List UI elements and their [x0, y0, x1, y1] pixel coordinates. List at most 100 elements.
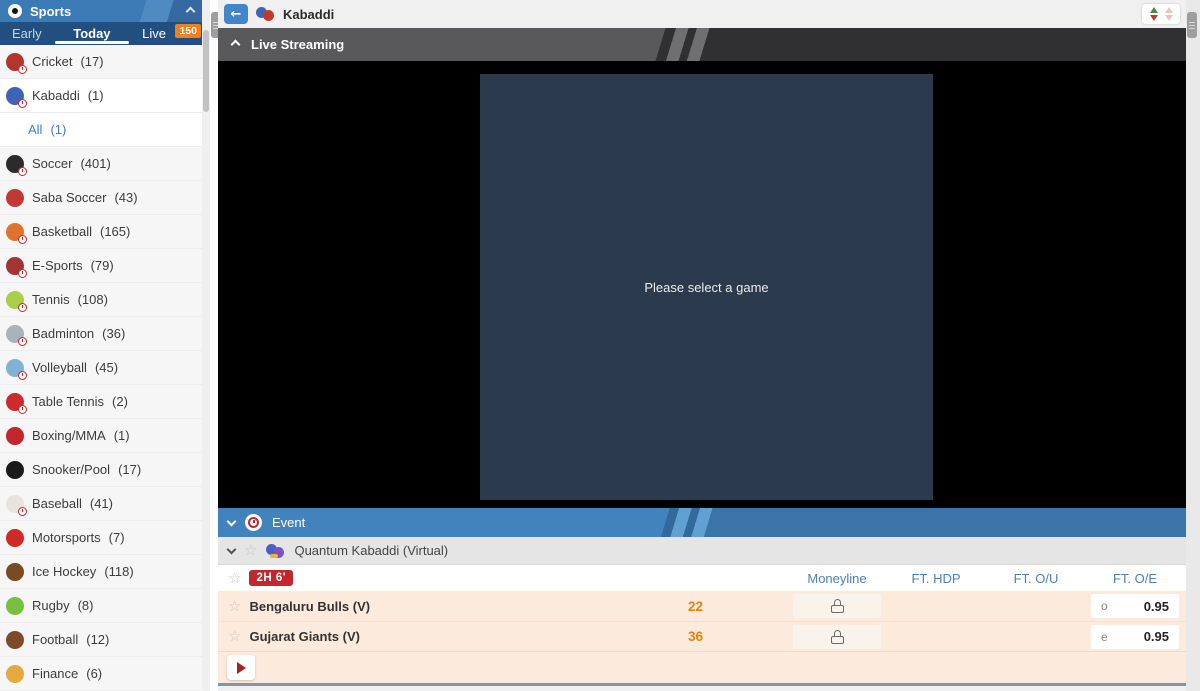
sports-sidebar: Sports Early Today Live 150 Cricket (17)	[0, 0, 210, 691]
league-row[interactable]: ☆ Quantum Kabaddi (Virtual)	[218, 537, 1186, 565]
sidebar-item[interactable]: E-Sports (79)	[0, 249, 202, 283]
live-streaming-header[interactable]: Live Streaming	[218, 28, 1186, 61]
column-header-ft-oe: FT. O/E	[1091, 571, 1179, 586]
sidebar-item-count: (1)	[50, 122, 66, 137]
sidebar-item[interactable]: All (1)	[0, 113, 202, 147]
sidebar-item[interactable]: Baseball (41)	[0, 487, 202, 521]
sidebar-item-label: Badminton	[32, 326, 94, 341]
sidebar-item[interactable]: Basketball (165)	[0, 215, 202, 249]
live-clock-icon	[18, 99, 27, 108]
sidebar-scrollbar[interactable]	[202, 0, 210, 691]
sidebar-item[interactable]: Ice Hockey (118)	[0, 555, 202, 589]
ou-odds-cell-empty	[991, 594, 1081, 618]
sidebar-item[interactable]: Saba Soccer (43)	[0, 181, 202, 215]
live-count-badge: 150	[175, 24, 201, 38]
sidebar-item[interactable]: Finance (6)	[0, 657, 202, 691]
sidebar-item[interactable]: Motorsports (7)	[0, 521, 202, 555]
team-name: Bengaluru Bulls (V)	[249, 599, 643, 614]
moneyline-odds-cell-locked[interactable]	[793, 625, 881, 649]
sidebar-item-label: All	[28, 122, 42, 137]
sidebar-item-label: Table Tennis	[32, 394, 104, 409]
match-row: ☆ Bengaluru Bulls (V) 22 o 0.95	[218, 591, 1186, 621]
sidebar-item-count: (118)	[104, 564, 133, 579]
sidebar-item-count: (17)	[118, 462, 141, 477]
play-icon	[237, 662, 246, 674]
live-clock-icon	[18, 167, 27, 176]
sidebar-item[interactable]: Snooker/Pool (17)	[0, 453, 202, 487]
column-header-ft-hdp: FT. HDP	[891, 571, 981, 586]
odds-header-row: ☆ 2H 6' Moneyline FT. HDP FT. O/U FT. O/…	[218, 565, 1186, 591]
sidebar-item[interactable]: Table Tennis (2)	[0, 385, 202, 419]
live-clock-icon	[18, 303, 27, 312]
betslip-panel-handle[interactable]	[1187, 12, 1197, 38]
event-header-label: Event	[272, 515, 305, 530]
badminton-icon	[6, 325, 24, 343]
sidebar-item-label: Motorsports	[32, 530, 101, 545]
soccer-icon	[6, 155, 24, 173]
league-icon	[266, 543, 285, 559]
lock-icon	[831, 630, 844, 644]
sidebar-item[interactable]: Rugby (8)	[0, 589, 202, 623]
hdp-odds-cell-empty	[891, 625, 981, 649]
favorite-star-icon[interactable]: ☆	[228, 599, 241, 614]
sidebar-item[interactable]: Boxing/MMA (1)	[0, 419, 202, 453]
sidebar-item[interactable]: Football (12)	[0, 623, 202, 657]
back-button[interactable]: ←	[224, 4, 248, 24]
oe-label: o	[1101, 599, 1108, 613]
oe-odds-cell[interactable]: e 0.95	[1091, 625, 1179, 649]
sidebar-item[interactable]: Volleyball (45)	[0, 351, 202, 385]
sports-list: Cricket (17) Kabaddi (1) All (	[0, 45, 202, 691]
oe-odds-cell[interactable]: o 0.95	[1091, 594, 1179, 618]
sidebar-item[interactable]: Kabaddi (1)	[0, 79, 202, 113]
tab-live[interactable]: Live	[142, 22, 166, 45]
match-period-badge: 2H 6'	[249, 570, 293, 586]
odds-sort-button[interactable]	[1142, 4, 1180, 24]
esports-icon	[6, 257, 24, 275]
sidebar-item-label: Snooker/Pool	[32, 462, 110, 477]
sidebar-item[interactable]: Soccer (401)	[0, 147, 202, 181]
favorite-star-icon[interactable]: ☆	[228, 571, 241, 586]
event-section-header[interactable]: Event	[218, 508, 1186, 537]
column-header-moneyline: Moneyline	[793, 571, 881, 586]
sidebar-item-label: Rugby	[32, 598, 70, 613]
rugby-icon	[6, 597, 24, 615]
stream-placeholder-panel: Please select a game	[480, 74, 933, 500]
sidebar-item-count: (1)	[114, 428, 130, 443]
sidebar-header[interactable]: Sports	[0, 0, 202, 22]
sidebar-item-count: (1)	[88, 88, 104, 103]
tab-today[interactable]: Today	[73, 22, 110, 45]
sidebar-item[interactable]: Tennis (108)	[0, 283, 202, 317]
sidebar-item-label: Football	[32, 632, 78, 647]
sidebar-item-label: Boxing/MMA	[32, 428, 106, 443]
oe-odds-value: 0.95	[1144, 629, 1169, 644]
collapse-chevron-up-icon[interactable]	[186, 6, 196, 16]
sidebar-item-label: Finance	[32, 666, 78, 681]
sort-alt-icon	[1165, 7, 1173, 21]
moneyline-odds-cell-locked[interactable]	[793, 594, 881, 618]
ice-hockey-icon	[6, 563, 24, 581]
team-score: 22	[643, 599, 703, 614]
favorite-star-icon[interactable]: ☆	[228, 629, 241, 644]
lock-icon	[831, 599, 844, 613]
live-clock-icon	[18, 269, 27, 278]
sidebar-item[interactable]: Badminton (36)	[0, 317, 202, 351]
team-score: 36	[643, 629, 703, 644]
favorite-star-icon[interactable]: ☆	[244, 543, 257, 558]
scrollbar-thumb[interactable]	[203, 30, 209, 112]
sidebar-item-count: (8)	[78, 598, 94, 613]
tab-early[interactable]: Early	[12, 22, 42, 45]
live-clock-icon	[18, 405, 27, 414]
sidebar-item-label: Baseball	[32, 496, 82, 511]
chevron-down-icon[interactable]	[227, 544, 237, 554]
play-button[interactable]	[227, 655, 255, 680]
basketball-icon	[6, 223, 24, 241]
stream-placeholder-text: Please select a game	[644, 280, 768, 295]
schedule-tabs: Early Today Live 150	[0, 22, 202, 45]
match-footer-row	[218, 651, 1186, 683]
chevron-up-icon	[231, 40, 241, 50]
oe-odds-value: 0.95	[1144, 599, 1169, 614]
sidebar-item[interactable]: Cricket (17)	[0, 45, 202, 79]
saba-soccer-icon	[6, 189, 24, 207]
sidebar-item-label: Ice Hockey	[32, 564, 96, 579]
league-name: Quantum Kabaddi (Virtual)	[294, 543, 448, 558]
